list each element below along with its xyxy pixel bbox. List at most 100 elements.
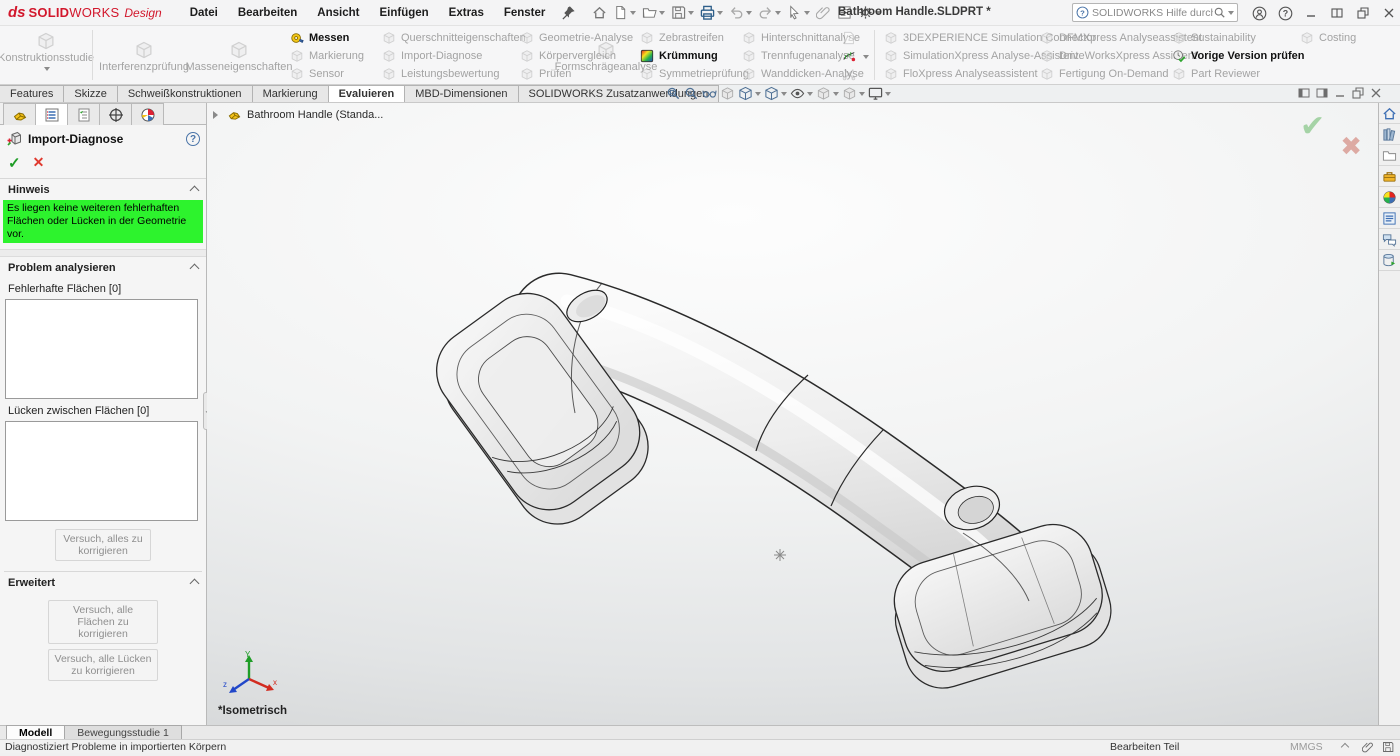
gaps-listbox[interactable] xyxy=(5,421,198,521)
view-orientation-icon[interactable] xyxy=(738,86,761,101)
attach-icon[interactable] xyxy=(814,3,833,23)
heal-all-gaps-button[interactable]: Versuch, alle Lücken zu korrigieren xyxy=(48,649,158,681)
units-caret-icon[interactable] xyxy=(1341,743,1349,751)
performance-evaluation-button[interactable]: Leistungsbewertung xyxy=(382,65,526,83)
tab-skizze[interactable]: Skizze xyxy=(63,85,117,102)
ok-check-button[interactable]: ✓ xyxy=(8,154,21,172)
confirm-ok-icon[interactable]: ✔ xyxy=(1300,109,1325,144)
section-view-icon[interactable] xyxy=(720,86,735,101)
cancel-x-button[interactable]: ✕ xyxy=(33,154,45,172)
menu-fenster[interactable]: Fenster xyxy=(504,7,546,19)
redo-icon[interactable] xyxy=(756,3,783,23)
tab-evaluieren[interactable]: Evaluieren xyxy=(328,85,406,102)
tab-features[interactable]: Features xyxy=(0,85,64,102)
doc-close-icon[interactable] xyxy=(1370,87,1382,99)
menu-bearbeiten[interactable]: Bearbeiten xyxy=(238,7,297,19)
design-study-button[interactable]: Konstruktionsstudie xyxy=(0,29,92,82)
save-icon[interactable] xyxy=(669,3,696,23)
doc-restore-icon[interactable] xyxy=(1352,87,1364,99)
tab-configurationmanager-icon[interactable] xyxy=(67,103,100,125)
check-previous-version-button[interactable]: Vorige Version prüfen xyxy=(1172,47,1305,65)
sustainability-button[interactable]: Sustainability xyxy=(1172,29,1305,47)
property-manager-panel: Import-Diagnose ? ✓ ✕ Hinweis Es liegen … xyxy=(0,103,207,725)
display-style-icon[interactable] xyxy=(764,86,787,101)
faulty-faces-listbox[interactable] xyxy=(5,299,198,399)
help-search-input[interactable]: SOLIDWORKS Hilfe durchsuchen xyxy=(1072,3,1238,22)
select-cursor-icon[interactable] xyxy=(785,3,812,23)
restore-button[interactable] xyxy=(1350,0,1376,26)
part-reviewer-button[interactable]: Part Reviewer xyxy=(1172,65,1305,83)
attempt-heal-all-button[interactable]: Versuch, alles zu korrigieren xyxy=(55,529,151,561)
doc-minimize-icon[interactable] xyxy=(1334,87,1346,99)
open-icon[interactable] xyxy=(640,3,667,23)
taskpane-toolbox-icon[interactable] xyxy=(1379,166,1400,187)
import-diagnostics-button[interactable]: Import-Diagnose xyxy=(382,47,526,65)
search-scope-caret[interactable] xyxy=(1228,11,1234,18)
model-bathroom-handle[interactable] xyxy=(207,103,1378,725)
remove-xsection-icon[interactable] xyxy=(842,65,869,83)
pin-icon[interactable] xyxy=(559,3,578,23)
curvature-comb-icon[interactable] xyxy=(842,47,869,65)
costing-button[interactable]: Costing xyxy=(1300,29,1356,47)
advanced-section-header[interactable]: Erweitert xyxy=(0,572,206,592)
taskpane-configurations-icon[interactable] xyxy=(1379,250,1400,271)
taskpane-forum-icon[interactable] xyxy=(1379,229,1400,250)
zoom-area-icon[interactable] xyxy=(684,86,699,101)
tab-propertymanager-icon[interactable] xyxy=(35,103,68,125)
apply-scene-icon[interactable] xyxy=(842,86,865,101)
zebra-stripes-button[interactable]: Zebrastreifen xyxy=(640,29,749,47)
taskpane-home-icon[interactable] xyxy=(1379,103,1400,124)
tab-featuremanager-icon[interactable] xyxy=(3,103,36,125)
menu-extras[interactable]: Extras xyxy=(449,7,484,19)
pane-left-icon[interactable] xyxy=(1298,87,1310,99)
new-document-icon[interactable] xyxy=(611,3,638,23)
analyze-problem-section-header[interactable]: Problem analysieren xyxy=(0,257,206,277)
tab-schweisskonstruktionen[interactable]: Schweißkonstruktionen xyxy=(117,85,253,102)
tab-modell[interactable]: Modell xyxy=(6,725,65,739)
tab-bewegungsstudie[interactable]: Bewegungsstudie 1 xyxy=(64,725,182,739)
heal-all-faces-button[interactable]: Versuch, alle Flächen zu korrigieren xyxy=(48,600,158,644)
close-button[interactable] xyxy=(1376,0,1400,26)
taskpane-custom-properties-icon[interactable] xyxy=(1379,208,1400,229)
tab-mbd-dimensionen[interactable]: MBD-Dimensionen xyxy=(404,85,518,102)
user-account-icon[interactable] xyxy=(1246,0,1272,26)
home-icon[interactable] xyxy=(590,3,609,23)
print-icon[interactable] xyxy=(698,3,725,23)
taskpane-resources-icon[interactable] xyxy=(1379,124,1400,145)
status-tag-icon[interactable] xyxy=(1362,741,1374,756)
panel-help-icon[interactable]: ? xyxy=(186,132,200,146)
graphics-viewport[interactable]: Bathroom Handle (Standa... xyxy=(207,103,1378,725)
taskpane-design-library-icon[interactable] xyxy=(1379,145,1400,166)
previous-view-icon[interactable] xyxy=(702,86,717,101)
taskpane-appearances-icon[interactable] xyxy=(1379,187,1400,208)
undo-icon[interactable] xyxy=(727,3,754,23)
menu-ansicht[interactable]: Ansicht xyxy=(317,7,359,19)
help-icon[interactable] xyxy=(1272,0,1298,26)
mass-properties-button[interactable]: Masseneigenschaften xyxy=(192,29,286,82)
interference-check-button[interactable]: Interferenzprüfung xyxy=(96,29,192,82)
markup-button[interactable]: Markierung xyxy=(290,47,364,65)
symmetry-check-button[interactable]: Symmetrieprüfung xyxy=(640,65,749,83)
measure-button[interactable]: Messen xyxy=(290,29,364,47)
confirm-cancel-icon[interactable]: ✖ xyxy=(1340,131,1362,162)
hinweis-section-header[interactable]: Hinweis xyxy=(0,179,206,199)
compare-doc-icon[interactable] xyxy=(842,29,869,47)
curvature-button[interactable]: Krümmung xyxy=(640,47,749,65)
menu-einfuegen[interactable]: Einfügen xyxy=(379,7,428,19)
panes-button[interactable] xyxy=(1324,0,1350,26)
sensor-button[interactable]: Sensor xyxy=(290,65,364,83)
zoom-fit-icon[interactable] xyxy=(666,86,681,101)
pane-right-icon[interactable] xyxy=(1316,87,1328,99)
minimize-button[interactable] xyxy=(1298,0,1324,26)
tab-displaymanager-icon[interactable] xyxy=(131,103,164,125)
tab-dimxpertmanager-icon[interactable] xyxy=(99,103,132,125)
status-units[interactable]: MMGS xyxy=(1290,741,1323,753)
hide-show-items-icon[interactable] xyxy=(790,86,813,101)
menu-datei[interactable]: Datei xyxy=(190,7,218,19)
view-settings-icon[interactable] xyxy=(868,86,891,101)
search-icon[interactable] xyxy=(1213,6,1226,19)
tab-markierung[interactable]: Markierung xyxy=(252,85,329,102)
status-save-icon[interactable] xyxy=(1382,741,1394,756)
section-properties-button[interactable]: Querschnitteigenschaften xyxy=(382,29,526,47)
edit-appearance-icon[interactable] xyxy=(816,86,839,101)
